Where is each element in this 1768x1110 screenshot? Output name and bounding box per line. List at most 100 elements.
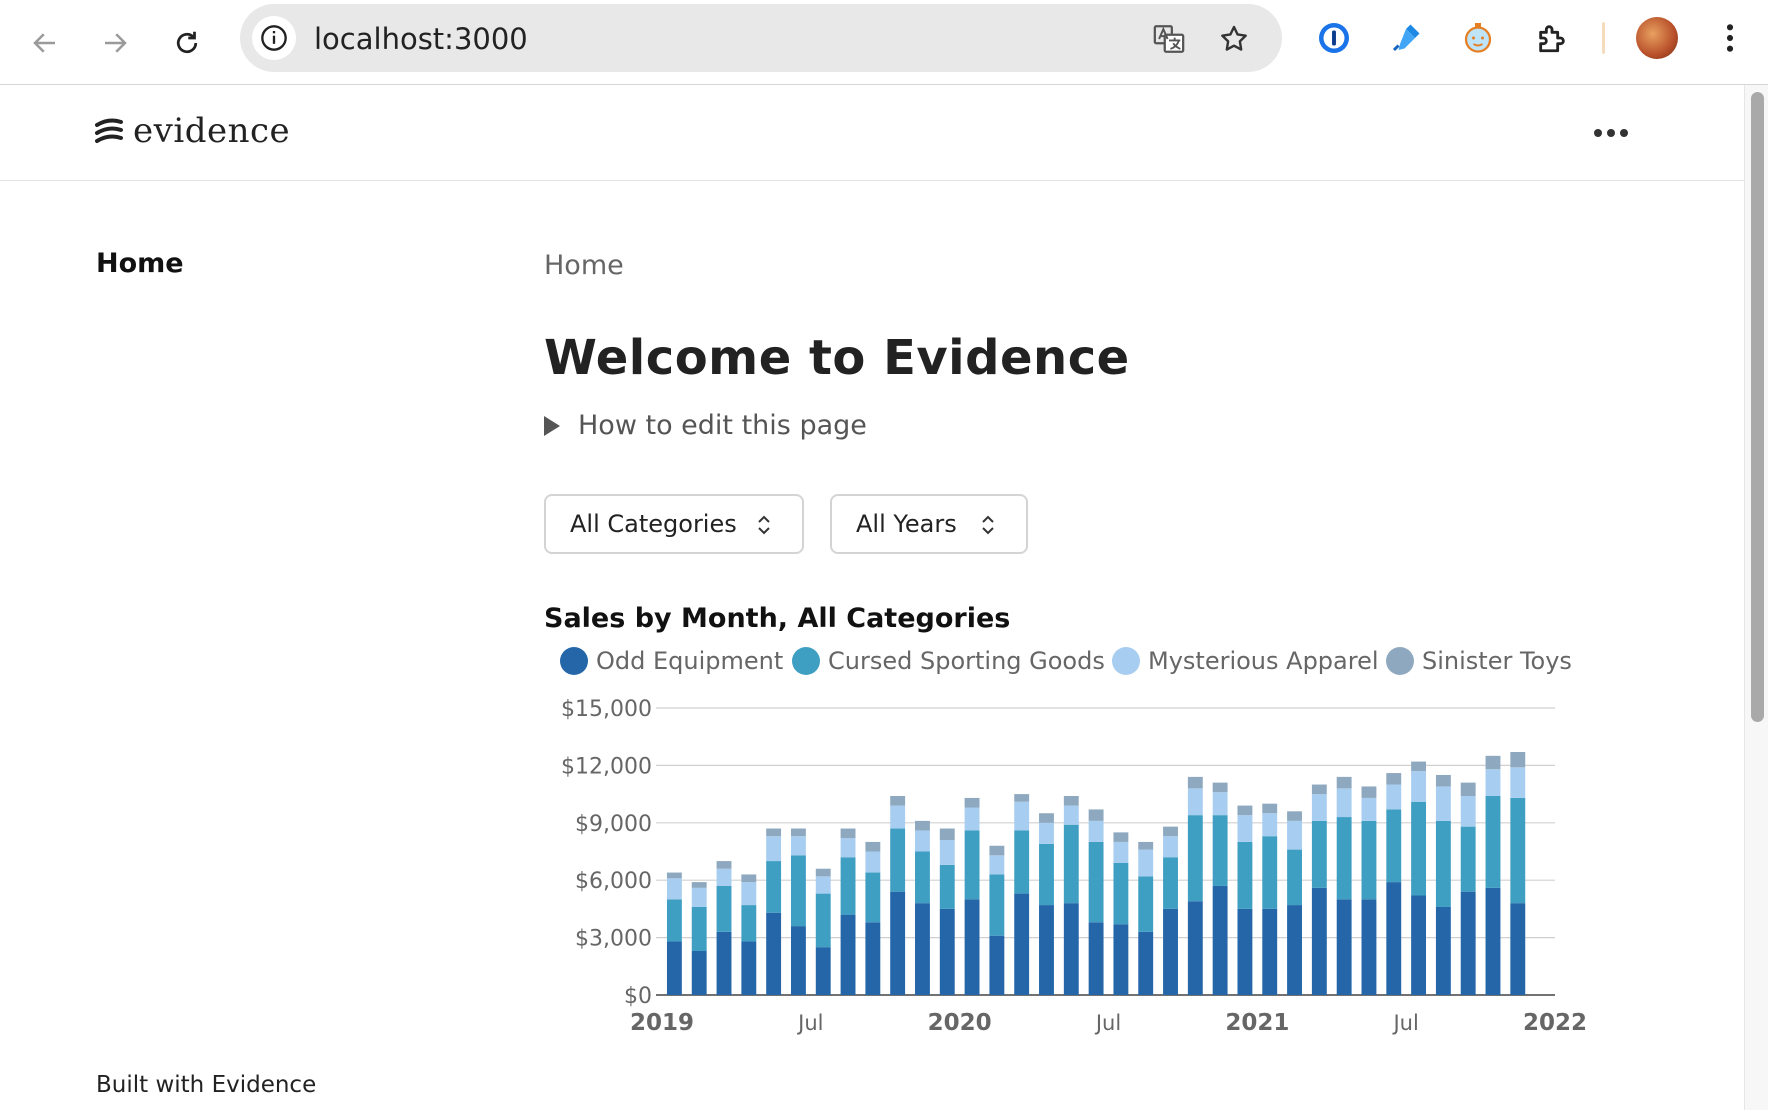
bar-segment [1138, 931, 1154, 995]
site-info-button[interactable] [252, 16, 296, 60]
forward-button[interactable] [92, 20, 138, 66]
password-manager-extension[interactable] [1314, 18, 1354, 58]
bar-segment [1336, 817, 1352, 900]
page-scrollbar[interactable] [1744, 85, 1768, 1110]
bar-segment [1014, 801, 1030, 831]
bar-segment [1014, 893, 1030, 995]
bar-segment [1435, 786, 1451, 821]
bar-segment [1361, 797, 1377, 821]
bar-segment [1063, 824, 1079, 904]
bar-segment [1435, 906, 1451, 995]
reload-button[interactable] [164, 20, 210, 66]
bar-segment [1237, 815, 1253, 842]
translate-button[interactable] [1150, 20, 1188, 58]
bar-segment [840, 857, 856, 915]
bar-segment [1187, 815, 1203, 902]
bar-segment [1361, 820, 1377, 900]
bar-segment [1435, 774, 1451, 787]
bar-segment [1386, 773, 1402, 785]
bar-segment [716, 931, 732, 995]
bar-segment [1435, 820, 1451, 907]
bar-segment [1039, 822, 1054, 844]
bar-segment [1187, 776, 1203, 789]
address-bar[interactable]: localhost:3000 [240, 4, 1282, 72]
bar-segment [1014, 830, 1030, 894]
bar-segment [1287, 820, 1302, 850]
bar-segment [1510, 797, 1526, 904]
bar-segment [1460, 796, 1476, 827]
star-icon [1221, 25, 1247, 51]
bar-segment [989, 845, 1005, 856]
bar-segment [1411, 895, 1427, 995]
color-picker-extension[interactable] [1386, 18, 1426, 58]
legend-item-sinister-toys[interactable]: Sinister Toys [1386, 647, 1572, 675]
bar-segment [915, 903, 930, 995]
bar-segment [1510, 767, 1526, 798]
bar-segment [1237, 841, 1253, 909]
bar-segment [741, 905, 757, 942]
bar-segment [1411, 771, 1427, 802]
legend-item-odd-equipment[interactable]: Odd Equipment [560, 647, 783, 675]
more-vert-icon [1726, 24, 1734, 52]
bar-segment [766, 861, 782, 913]
footer-text[interactable]: Built with Evidence [96, 1072, 316, 1098]
profile-avatar[interactable] [1636, 17, 1678, 59]
bar-segment [1187, 901, 1203, 995]
bar-segment [989, 935, 1005, 995]
bar-segment [1212, 792, 1228, 816]
y-tick-label: $9,000 [575, 812, 652, 837]
year-dropdown-label: All Years [856, 510, 957, 538]
bar-segment [1336, 899, 1352, 995]
bar-segment [1163, 908, 1178, 995]
bar-segment [1287, 905, 1302, 995]
bar-segment [1113, 924, 1129, 995]
sales-bar-chart[interactable]: $0 $3,000 $6,000 $9,000 $12,000 $15,000 2019 Ju… [550, 678, 1600, 1053]
timer-icon [1464, 23, 1492, 53]
bar-segment [1386, 882, 1402, 995]
bar-segment [1386, 809, 1402, 883]
bar-segment [1039, 843, 1054, 906]
bar-segment [964, 807, 980, 831]
sidebar-item-home[interactable]: Home [96, 248, 184, 279]
year-dropdown[interactable]: All Years [830, 494, 1028, 554]
bar-segment [1485, 755, 1501, 770]
details-toggle[interactable]: How to edit this page [544, 410, 867, 441]
bar-segment [1163, 857, 1178, 909]
bar-segment [1262, 908, 1278, 995]
page-menu-button[interactable] [1590, 115, 1632, 151]
brand-logo[interactable]: evidence [95, 111, 290, 151]
legend-item-cursed-sporting-goods[interactable]: Cursed Sporting Goods [792, 647, 1105, 675]
timer-extension[interactable] [1458, 18, 1498, 58]
x-tick-label: 2020 [928, 1010, 992, 1036]
category-dropdown[interactable]: All Categories [544, 494, 804, 554]
disclosure-triangle-icon [544, 415, 560, 436]
bar-segment [1311, 820, 1327, 888]
browser-menu-button[interactable] [1710, 18, 1750, 58]
bar-segment [1336, 788, 1352, 818]
reload-icon [176, 31, 198, 54]
extensions-button[interactable] [1532, 18, 1572, 58]
bar-segment [1163, 836, 1178, 858]
bar-segment [1311, 887, 1327, 995]
bar-segment [1460, 891, 1476, 995]
category-dropdown-label: All Categories [570, 510, 737, 538]
back-button[interactable] [22, 20, 68, 66]
bookmark-button[interactable] [1215, 20, 1253, 58]
breadcrumb[interactable]: Home [544, 250, 624, 281]
bar-segment [1485, 796, 1501, 888]
bar-segment [741, 874, 757, 883]
chevron-updown-icon [758, 515, 770, 535]
bar-segment [1088, 809, 1104, 821]
bar-segment [1510, 903, 1526, 995]
bar-segment [939, 908, 955, 995]
legend-item-mysterious-apparel[interactable]: Mysterious Apparel [1112, 647, 1379, 675]
bar-segment [1386, 784, 1402, 810]
bar-segment [939, 828, 955, 841]
url-text[interactable]: localhost:3000 [314, 22, 528, 56]
x-tick-label: 2022 [1523, 1010, 1587, 1036]
bar-segment [1212, 885, 1228, 995]
info-icon [261, 25, 287, 51]
bar-segment [741, 941, 757, 995]
scrollbar-thumb[interactable] [1751, 92, 1764, 722]
chart-title: Sales by Month, All Categories [544, 603, 1011, 634]
